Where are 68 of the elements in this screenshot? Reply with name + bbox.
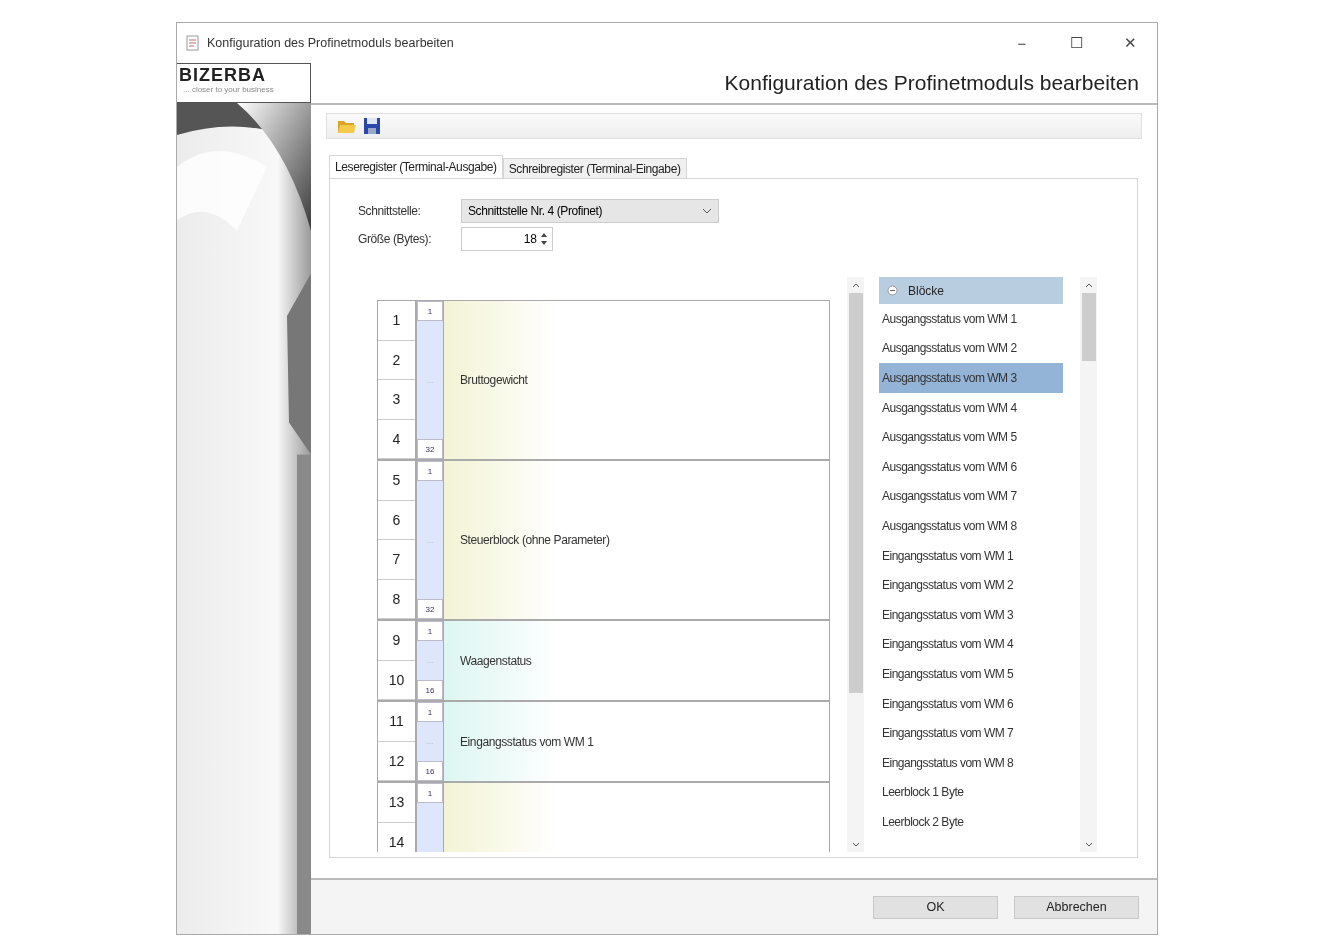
list-item[interactable]: Ausgangsstatus vom WM 2: [879, 333, 1063, 364]
logo: BIZERBA: [179, 66, 267, 85]
scroll-up-icon: [1084, 282, 1093, 288]
list-item[interactable]: Ausgangsstatus vom WM 8: [879, 511, 1063, 541]
bit-label: 16: [417, 680, 443, 700]
list-item[interactable]: Eingangsstatus vom WM 4: [879, 629, 1063, 660]
scrollbar[interactable]: [847, 277, 864, 852]
bit-label: 1: [417, 301, 443, 321]
list-item[interactable]: Ausgangsstatus vom WM 4: [879, 392, 1063, 423]
row-number: 8: [378, 579, 415, 619]
row-number: 14: [378, 822, 415, 852]
list-item[interactable]: Leerblock 2 Byte: [879, 807, 1063, 837]
logo-tagline: ... closer to your business: [182, 85, 275, 94]
list-group-header[interactable]: Blöcke: [879, 277, 1063, 304]
chevron-down-icon: [702, 208, 712, 214]
list-item[interactable]: Ausgangsstatus vom WM 1: [879, 304, 1063, 334]
field-label: Größe (Bytes):: [358, 232, 433, 246]
list-item[interactable]: Eingangsstatus vom WM 6: [879, 688, 1063, 719]
list-item[interactable]: Eingangsstatus vom WM 7: [879, 718, 1063, 748]
scrollbar-thumb[interactable]: [1081, 293, 1096, 361]
row-number: 3: [378, 380, 415, 420]
bit-label: 1: [417, 702, 443, 722]
bit-label: 32: [417, 599, 443, 619]
list-item[interactable]: Ausgangsstatus vom WM 3: [879, 363, 1063, 393]
list-item[interactable]: Eingangsstatus vom WM 5: [879, 659, 1063, 689]
tab[interactable]: Leseregister (Terminal-Ausgabe): [329, 155, 503, 178]
window-title: Konfiguration des Profinetmoduls bearbeiten: [207, 36, 454, 50]
size-spinner[interactable]: 18: [461, 227, 553, 251]
row-number: 13: [378, 783, 415, 823]
row-number: 12: [378, 741, 415, 781]
dialog-heading: Konfiguration des Profinetmoduls bearbeiten: [724, 71, 1139, 95]
interface-dropdown[interactable]: Schnittstelle Nr. 4 (Profinet): [461, 199, 719, 223]
row-number: 10: [378, 660, 415, 700]
list-item[interactable]: Leerblock 1 Byte: [879, 777, 1063, 808]
bit-label: 32: [417, 439, 443, 459]
row-number: 5: [378, 461, 415, 501]
list-item[interactable]: Eingangsstatus vom WM 3: [879, 599, 1063, 630]
list-item[interactable]: Ausgangsstatus vom WM 7: [879, 481, 1063, 512]
scroll-up-icon: [851, 282, 860, 288]
row-number: 9: [378, 621, 415, 661]
scroll-down-icon: [851, 841, 860, 847]
minimize-button[interactable]: −: [995, 28, 1049, 58]
list-item[interactable]: Eingangsstatus vom WM 1: [879, 540, 1063, 571]
row-number: 7: [378, 540, 415, 580]
row-number: 2: [378, 340, 415, 380]
tab[interactable]: Schreibregister (Terminal-Eingabe): [502, 158, 687, 178]
field-label: Schnittstelle:: [358, 204, 422, 218]
bit-label: 16: [417, 761, 443, 781]
list-item[interactable]: Eingangsstatus vom WM 2: [879, 570, 1063, 600]
row-number: 4: [378, 419, 415, 459]
row-number: 6: [378, 500, 415, 540]
close-button[interactable]: ✕: [1103, 28, 1157, 58]
ok-button[interactable]: OK: [873, 895, 998, 919]
app-icon: [185, 35, 201, 51]
save-icon[interactable]: [363, 117, 381, 135]
scroll-down-icon: [1084, 841, 1093, 847]
bit-label: 1: [417, 461, 443, 481]
list-item[interactable]: Eingangsstatus vom WM 8: [879, 747, 1063, 778]
scrollbar[interactable]: [1080, 277, 1097, 852]
bit-label: 1: [417, 621, 443, 641]
cancel-button[interactable]: Abbrechen: [1014, 895, 1139, 919]
row-number: 11: [378, 702, 415, 742]
scrollbar-thumb[interactable]: [848, 293, 863, 693]
list-item[interactable]: Ausgangsstatus vom WM 6: [879, 451, 1063, 482]
bit-label: 1: [417, 783, 443, 803]
list-item[interactable]: Ausgangsstatus vom WM 5: [879, 422, 1063, 452]
maximize-button[interactable]: ☐: [1049, 28, 1103, 58]
row-number: 1: [378, 301, 415, 341]
